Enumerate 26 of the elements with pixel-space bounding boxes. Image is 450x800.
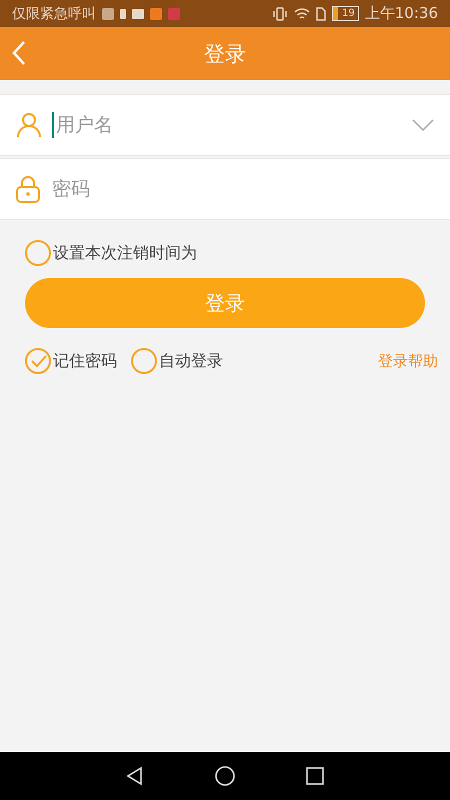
- chevron-down-icon[interactable]: [412, 119, 434, 131]
- page-title: 登录: [204, 40, 246, 68]
- checkbox[interactable]: [131, 348, 157, 374]
- username-input[interactable]: 用户名: [54, 113, 402, 137]
- checkbox[interactable]: [25, 240, 51, 266]
- checkbox-label: 记住密码: [53, 350, 117, 372]
- lock-icon: [16, 175, 40, 203]
- sim-icon: [316, 6, 326, 20]
- checkbox[interactable]: [25, 348, 51, 374]
- username-field[interactable]: 用户名: [0, 94, 450, 156]
- password-field[interactable]: 密码: [0, 158, 450, 220]
- user-icon: [16, 112, 42, 138]
- battery-icon: 19: [332, 6, 359, 21]
- wifi-icon: [294, 6, 310, 20]
- back-nav-icon[interactable]: [124, 766, 145, 786]
- carrier-text: 仅限紧急呼叫: [12, 4, 96, 22]
- recents-icon[interactable]: [305, 766, 326, 786]
- checkbox-label: 设置本次注销时间为: [53, 242, 197, 264]
- clock-text: 上午10:36: [364, 4, 438, 23]
- vibrate-icon: [272, 6, 288, 20]
- checkbox-label: 自动登录: [159, 350, 223, 372]
- help-link[interactable]: 登录帮助: [378, 352, 438, 370]
- password-input[interactable]: 密码: [50, 177, 434, 201]
- login-button[interactable]: 登录: [25, 278, 425, 328]
- back-icon[interactable]: [12, 40, 26, 66]
- home-icon[interactable]: [214, 765, 236, 787]
